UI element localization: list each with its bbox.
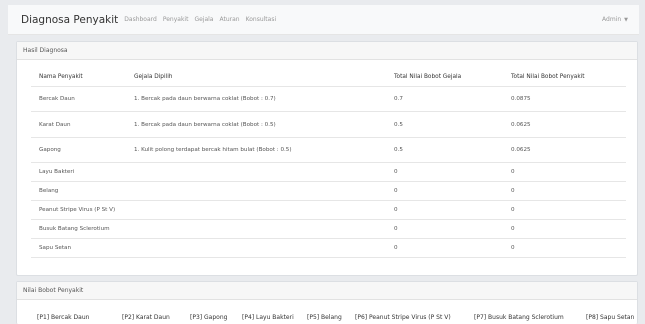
table-row: Karat Daun 1. Bercak pada daun berwarna … [31, 112, 626, 138]
bobot-item: [P4] Layu Bakteri [242, 314, 294, 321]
table-row: Gapong 1. Kulit polong terdapat bercak h… [31, 138, 626, 163]
cell-bobot-penyakit: 0.0625 [511, 147, 531, 153]
table-row: Layu Bakteri 0 0 [31, 163, 626, 182]
caret-down-icon: ▼ [624, 17, 628, 23]
cell-penyakit: Layu Bakteri [39, 169, 75, 175]
table-row: Busuk Batang Sclerotium 0 0 [31, 220, 626, 239]
nav-link-penyakit[interactable]: Penyakit [163, 16, 189, 23]
cell-bobot-gejala: 0.5 [394, 147, 403, 153]
table-row: Bercak Daun 1. Bercak pada daun berwarna… [31, 87, 626, 112]
cell-bobot-gejala: 0 [394, 169, 398, 175]
cell-bobot-gejala: 0.7 [394, 96, 403, 102]
card-title-bobot: Nilai Bobot Penyakit [17, 282, 637, 300]
bobot-list: [P1] Bercak Daun [P2] Karat Daun [P3] Ga… [37, 314, 637, 322]
user-menu[interactable]: Admin ▼ [602, 16, 628, 23]
cell-penyakit: Karat Daun [39, 121, 71, 128]
navbar: Diagnosa Penyakit Dashboard Penyakit Gej… [8, 5, 639, 35]
bobot-item: [P2] Karat Daun [122, 314, 170, 321]
brand-link[interactable]: Diagnosa Penyakit [21, 14, 118, 26]
bobot-item: [P6] Peanut Stripe Virus (P St V) [355, 314, 451, 321]
table-row: Sapu Setan 0 0 [31, 239, 626, 258]
nav-link-gejala[interactable]: Gejala [194, 16, 213, 23]
card-title-hasil: Hasil Diagnosa [17, 42, 637, 60]
hasil-table: Nama Penyakit Gejala Dipilih Total Nilai… [31, 67, 626, 258]
cell-bobot-gejala: 0.5 [394, 121, 403, 128]
col-header: Total Nilai Bobot Penyakit [511, 73, 585, 80]
table-header-row: Nama Penyakit Gejala Dipilih Total Nilai… [31, 67, 626, 87]
table-row: Belang 0 0 [31, 182, 626, 201]
cell-penyakit: Sapu Setan [39, 245, 72, 251]
cell-penyakit: Peanut Stripe Virus (P St V) [39, 207, 116, 213]
nav-link-dashboard[interactable]: Dashboard [124, 16, 157, 23]
bobot-item: [P5] Belang [307, 314, 342, 321]
user-name: Admin [602, 16, 622, 23]
nilai-bobot-card: Nilai Bobot Penyakit [P1] Bercak Daun [P… [16, 281, 638, 324]
cell-bobot-penyakit: 0 [511, 169, 515, 175]
cell-bobot-penyakit: 0.0875 [511, 96, 531, 102]
bobot-item: [P1] Bercak Daun [37, 314, 90, 321]
cell-bobot-penyakit: 0 [511, 188, 515, 194]
col-header: Nama Penyakit [39, 73, 83, 80]
cell-gejala: 1. Bercak pada daun berwarna coklat (Bob… [134, 121, 276, 128]
cell-bobot-gejala: 0 [394, 207, 398, 213]
hasil-diagnosa-card: Hasil Diagnosa Nama Penyakit Gejala Dipi… [16, 41, 638, 276]
cell-gejala: 1. Bercak pada daun berwarna coklat (Bob… [134, 96, 276, 102]
nav-link-aturan[interactable]: Aturan [219, 16, 239, 23]
cell-bobot-gejala: 0 [394, 226, 398, 232]
bobot-item: [P3] Gapong [190, 314, 228, 321]
col-header: Gejala Dipilih [134, 73, 173, 80]
cell-bobot-gejala: 0 [394, 188, 398, 194]
cell-bobot-penyakit: 0.0625 [511, 121, 531, 128]
cell-penyakit: Belang [39, 188, 59, 194]
cell-gejala: 1. Kulit polong terdapat bercak hitam bu… [134, 147, 292, 153]
cell-bobot-penyakit: 0 [511, 226, 515, 232]
cell-penyakit: Bercak Daun [39, 96, 75, 102]
cell-bobot-penyakit: 0 [511, 245, 515, 251]
nav-link-konsultasi[interactable]: Konsultasi [246, 16, 277, 23]
cell-bobot-penyakit: 0 [511, 207, 515, 213]
bobot-item: [P8] Sapu Setan [586, 314, 635, 321]
cell-bobot-gejala: 0 [394, 245, 398, 251]
table-row: Peanut Stripe Virus (P St V) 0 0 [31, 201, 626, 220]
bobot-item: [P7] Busuk Batang Sclerotium [474, 314, 564, 321]
cell-penyakit: Gapong [39, 147, 61, 153]
cell-penyakit: Busuk Batang Sclerotium [39, 226, 110, 232]
col-header: Total Nilai Bobot Gejala [394, 73, 462, 80]
